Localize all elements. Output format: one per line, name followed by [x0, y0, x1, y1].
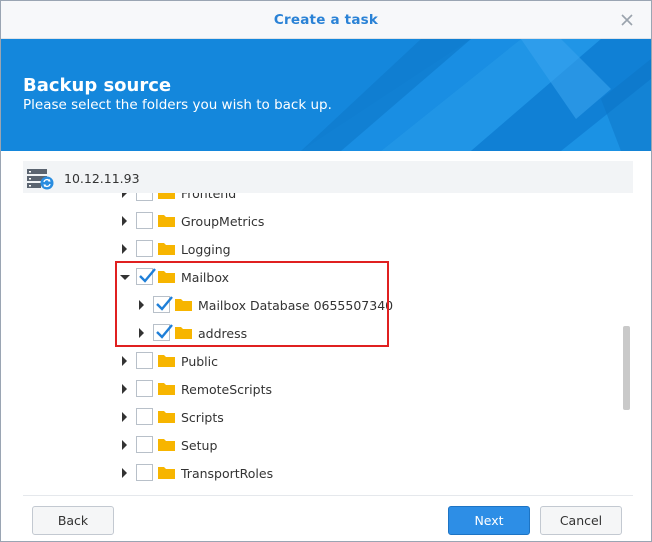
folder-icon	[175, 327, 192, 339]
tree-row[interactable]: Logging	[23, 235, 543, 263]
folder-icon	[158, 215, 175, 227]
cancel-button[interactable]: Cancel	[540, 506, 622, 535]
expand-arrow-icon[interactable]	[122, 193, 127, 198]
folder-icon	[158, 193, 175, 199]
folder-checkbox[interactable]	[136, 380, 153, 397]
title-bar: Create a task	[1, 1, 651, 39]
create-task-dialog: Create a task Backup source Please selec…	[0, 0, 652, 542]
folder-label: Setup	[181, 438, 218, 453]
folder-icon	[158, 383, 175, 395]
folder-icon	[158, 355, 175, 367]
folder-label: GroupMetrics	[181, 214, 265, 229]
folder-checkbox[interactable]	[136, 193, 153, 201]
folder-icon	[158, 467, 175, 479]
expand-arrow-icon[interactable]	[122, 384, 127, 394]
folder-label: Logging	[181, 242, 231, 257]
dialog-title: Create a task	[273, 12, 379, 28]
tree-row[interactable]: Scripts	[23, 403, 543, 431]
tree-row[interactable]: RemoteScripts	[23, 375, 543, 403]
tree-row[interactable]: Mailbox	[23, 263, 543, 291]
folder-label: Frontend	[181, 193, 237, 201]
banner-subtitle: Please select the folders you wish to ba…	[23, 97, 332, 113]
expand-arrow-icon[interactable]	[122, 412, 127, 422]
checkmark-icon	[156, 324, 173, 339]
folder-icon	[158, 439, 175, 451]
folder-checkbox[interactable]	[136, 436, 153, 453]
expand-arrow-icon[interactable]	[122, 468, 127, 478]
folder-checkbox[interactable]	[136, 212, 153, 229]
tree-row[interactable]: Public	[23, 347, 543, 375]
back-button[interactable]: Back	[32, 506, 114, 535]
folder-icon	[158, 411, 175, 423]
tree-viewport: Frontend GroupMetrics Logging Mailbox Mailb…	[23, 193, 623, 493]
folder-label: RemoteScripts	[181, 382, 272, 397]
footer-divider	[23, 495, 633, 496]
tree-scrollbar-thumb[interactable]	[623, 326, 630, 410]
close-icon[interactable]	[619, 12, 635, 28]
folder-icon	[158, 271, 175, 283]
folder-checkbox[interactable]	[136, 408, 153, 425]
expand-arrow-icon[interactable]	[122, 216, 127, 226]
server-address: 10.12.11.93	[64, 171, 140, 186]
folder-checkbox[interactable]	[136, 352, 153, 369]
folder-label: address	[198, 326, 248, 341]
expand-arrow-icon[interactable]	[139, 300, 144, 310]
tree-row-partial[interactable]: Frontend	[23, 193, 543, 207]
tree-row[interactable]: TransportRoles	[23, 459, 543, 487]
folder-checkbox[interactable]	[153, 324, 173, 341]
expand-arrow-icon[interactable]	[139, 328, 144, 338]
banner-title: Backup source	[23, 75, 172, 96]
next-button[interactable]: Next	[448, 506, 530, 535]
tree-row[interactable]: Setup	[23, 431, 543, 459]
expand-arrow-icon[interactable]	[122, 244, 127, 254]
folder-checkbox[interactable]	[136, 464, 153, 481]
folder-label: Mailbox	[181, 270, 229, 285]
folder-label: TransportRoles	[181, 466, 274, 481]
expand-arrow-icon[interactable]	[122, 356, 127, 366]
server-sync-icon	[26, 168, 54, 190]
folder-label: Scripts	[181, 410, 224, 425]
expand-arrow-icon[interactable]	[122, 440, 127, 450]
folder-icon	[175, 299, 192, 311]
folder-tree: 10.12.11.93 Frontend GroupMetrics Logging…	[23, 161, 633, 493]
folder-checkbox[interactable]	[153, 296, 173, 313]
folder-checkbox[interactable]	[136, 240, 153, 257]
folder-icon	[158, 243, 175, 255]
banner: Backup source Please select the folders …	[1, 39, 651, 151]
folder-checkbox[interactable]	[136, 268, 156, 285]
folder-label: Public	[181, 354, 218, 369]
tree-row[interactable]: address	[23, 319, 543, 347]
checkmark-icon	[139, 268, 156, 283]
checkmark-icon	[156, 296, 173, 311]
collapse-arrow-icon[interactable]	[120, 275, 130, 280]
tree-row[interactable]: Mailbox Database 0655507340	[23, 291, 543, 319]
tree-root-server[interactable]: 10.12.11.93	[23, 161, 633, 193]
folder-label: Mailbox Database 0655507340	[198, 298, 394, 313]
tree-row[interactable]: GroupMetrics	[23, 207, 543, 235]
